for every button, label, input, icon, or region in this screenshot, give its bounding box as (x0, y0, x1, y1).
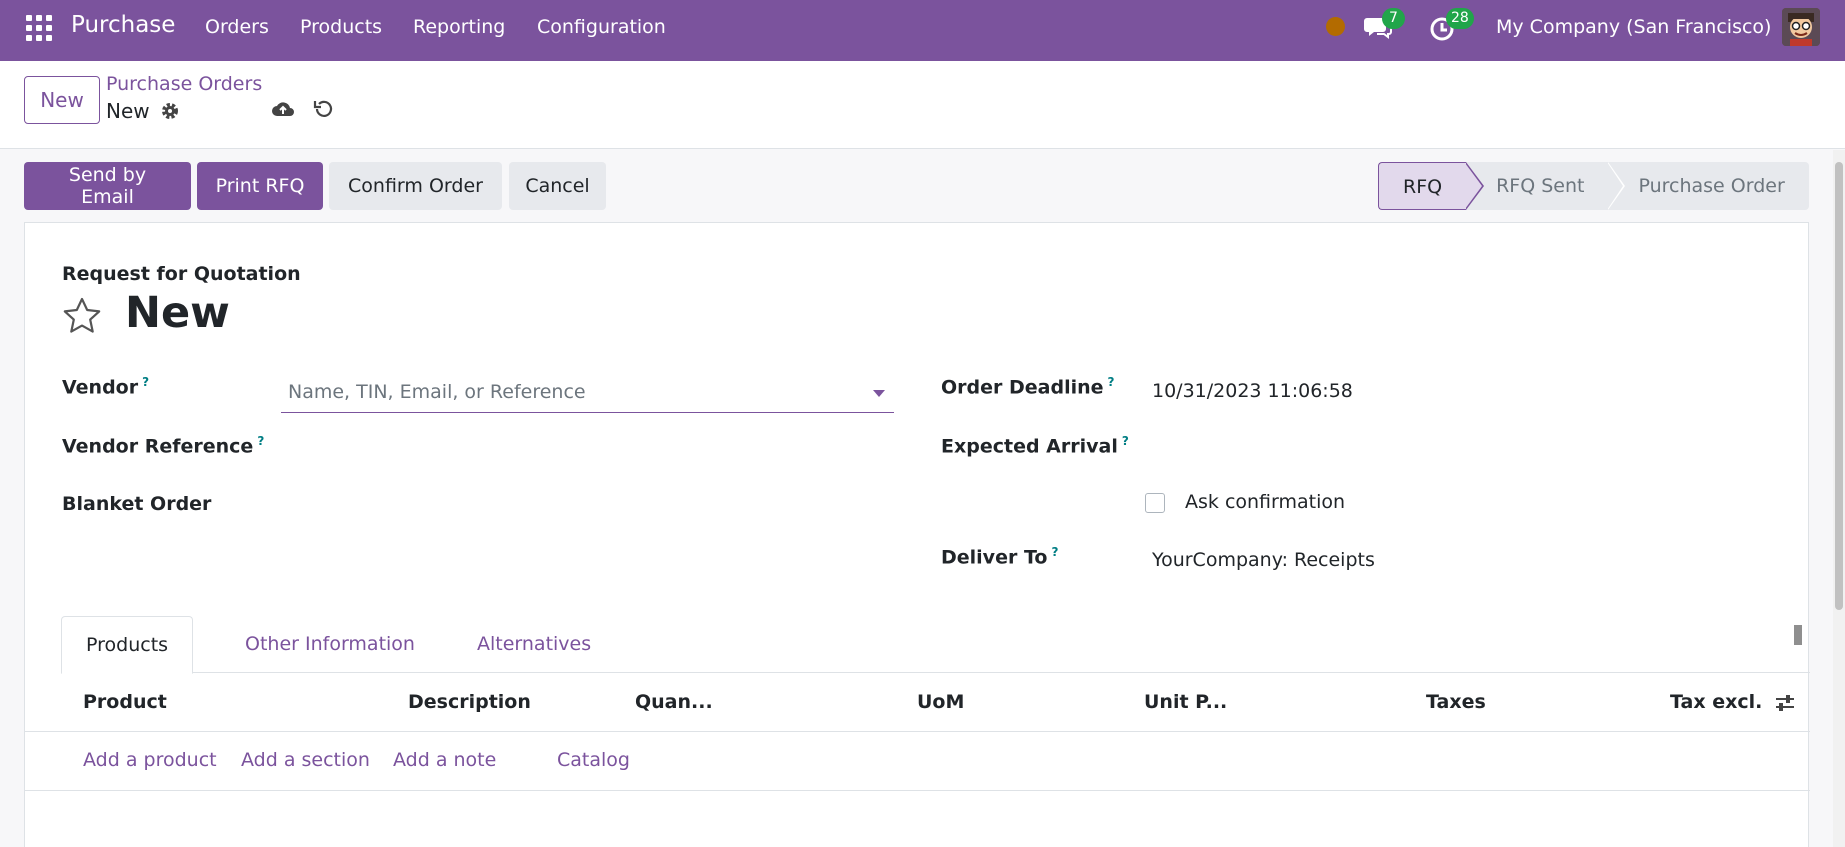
gear-icon[interactable] (160, 101, 180, 121)
blanket-order-label: Blanket Order (62, 493, 212, 515)
tab-other-information[interactable]: Other Information (221, 616, 439, 673)
column-settings-icon[interactable] (1774, 692, 1796, 714)
confirm-order-button[interactable]: Confirm Order (329, 162, 502, 210)
cancel-button[interactable]: Cancel (509, 162, 606, 210)
column-uom[interactable]: UoM (917, 691, 964, 713)
form-sheet: Request for Quotation New Vendor? Vendor… (24, 222, 1810, 847)
apps-grid-icon[interactable] (24, 13, 54, 43)
order-deadline-field[interactable]: 10/31/2023 11:06:58 (1152, 380, 1353, 402)
vendor-input[interactable] (281, 371, 894, 413)
ask-confirmation-label[interactable]: Ask confirmation (1185, 491, 1345, 513)
tab-alternatives[interactable]: Alternatives (453, 616, 615, 673)
ask-confirmation-checkbox[interactable] (1145, 493, 1165, 513)
vendor-label: Vendor? (62, 375, 150, 399)
order-name: New (125, 288, 230, 338)
stage-rfq-label: RFQ (1403, 176, 1443, 198)
star-icon[interactable] (61, 295, 103, 337)
new-button[interactable]: New (24, 76, 100, 124)
undo-icon[interactable] (312, 98, 334, 120)
app-brand[interactable]: Purchase (71, 12, 175, 38)
activity-count-badge: 28 (1446, 8, 1474, 29)
column-quantity[interactable]: Quan... (635, 691, 713, 713)
menu-products[interactable]: Products (300, 16, 382, 38)
catalog-button[interactable]: Catalog (557, 749, 630, 771)
column-taxes[interactable]: Taxes (1426, 691, 1486, 713)
menu-configuration[interactable]: Configuration (537, 16, 666, 38)
order-deadline-label: Order Deadline? (941, 375, 1115, 399)
action-bar: Send by Email Print RFQ Confirm Order Ca… (0, 150, 1845, 222)
deliver-to-field[interactable]: YourCompany: Receipts (1152, 549, 1375, 571)
stage-purchase-order[interactable]: Purchase Order (1608, 162, 1809, 210)
chat-count-badge: 7 (1382, 8, 1405, 29)
status-bar: RFQ RFQ Sent Purchase Order (1378, 162, 1809, 210)
stage-rfq-sent-label: RFQ Sent (1496, 175, 1585, 197)
add-product-link[interactable]: Add a product (83, 749, 217, 771)
notebook-tabs: Products Other Information Alternatives (61, 616, 1810, 674)
order-lines-actions: Add a product Add a section Add a note C… (25, 732, 1810, 791)
menu-orders[interactable]: Orders (205, 16, 269, 38)
column-tax-excluded[interactable]: Tax excl. (1670, 691, 1762, 713)
vendor-dropdown-caret-icon[interactable] (873, 390, 885, 397)
send-by-email-button[interactable]: Send by Email (24, 162, 191, 210)
expected-arrival-label: Expected Arrival? (941, 434, 1129, 458)
menu-reporting[interactable]: Reporting (413, 16, 505, 38)
column-description[interactable]: Description (408, 691, 531, 713)
tab-products[interactable]: Products (61, 616, 194, 674)
order-lines-header: Product Description Quan... UoM Unit P..… (25, 673, 1810, 732)
column-unit-price[interactable]: Unit P... (1144, 691, 1227, 713)
print-rfq-button[interactable]: Print RFQ (197, 162, 323, 210)
breadcrumb-purchase-orders[interactable]: Purchase Orders (106, 73, 262, 95)
stage-rfq[interactable]: RFQ (1378, 162, 1485, 210)
top-navbar: Purchase Orders Products Reporting Confi… (0, 0, 1845, 61)
user-avatar[interactable] (1782, 8, 1820, 46)
add-note-link[interactable]: Add a note (393, 749, 496, 771)
presence-status-dot[interactable] (1326, 17, 1345, 36)
cloud-upload-icon[interactable] (271, 98, 295, 120)
column-product[interactable]: Product (83, 691, 167, 713)
control-panel: New Purchase Orders New (0, 61, 1845, 149)
page-scrollbar-thumb[interactable] (1835, 162, 1843, 610)
stage-rfq-sent[interactable]: RFQ Sent (1466, 162, 1626, 210)
breadcrumb-current: New (106, 99, 150, 123)
company-switcher[interactable]: My Company (San Francisco) (1496, 16, 1771, 38)
tabs-scrollbar[interactable] (1794, 625, 1802, 645)
form-title-label: Request for Quotation (62, 263, 301, 285)
add-section-link[interactable]: Add a section (241, 749, 370, 771)
stage-purchase-order-label: Purchase Order (1638, 175, 1785, 197)
deliver-to-label: Deliver To? (941, 545, 1059, 569)
vendor-reference-label: Vendor Reference? (62, 434, 265, 458)
